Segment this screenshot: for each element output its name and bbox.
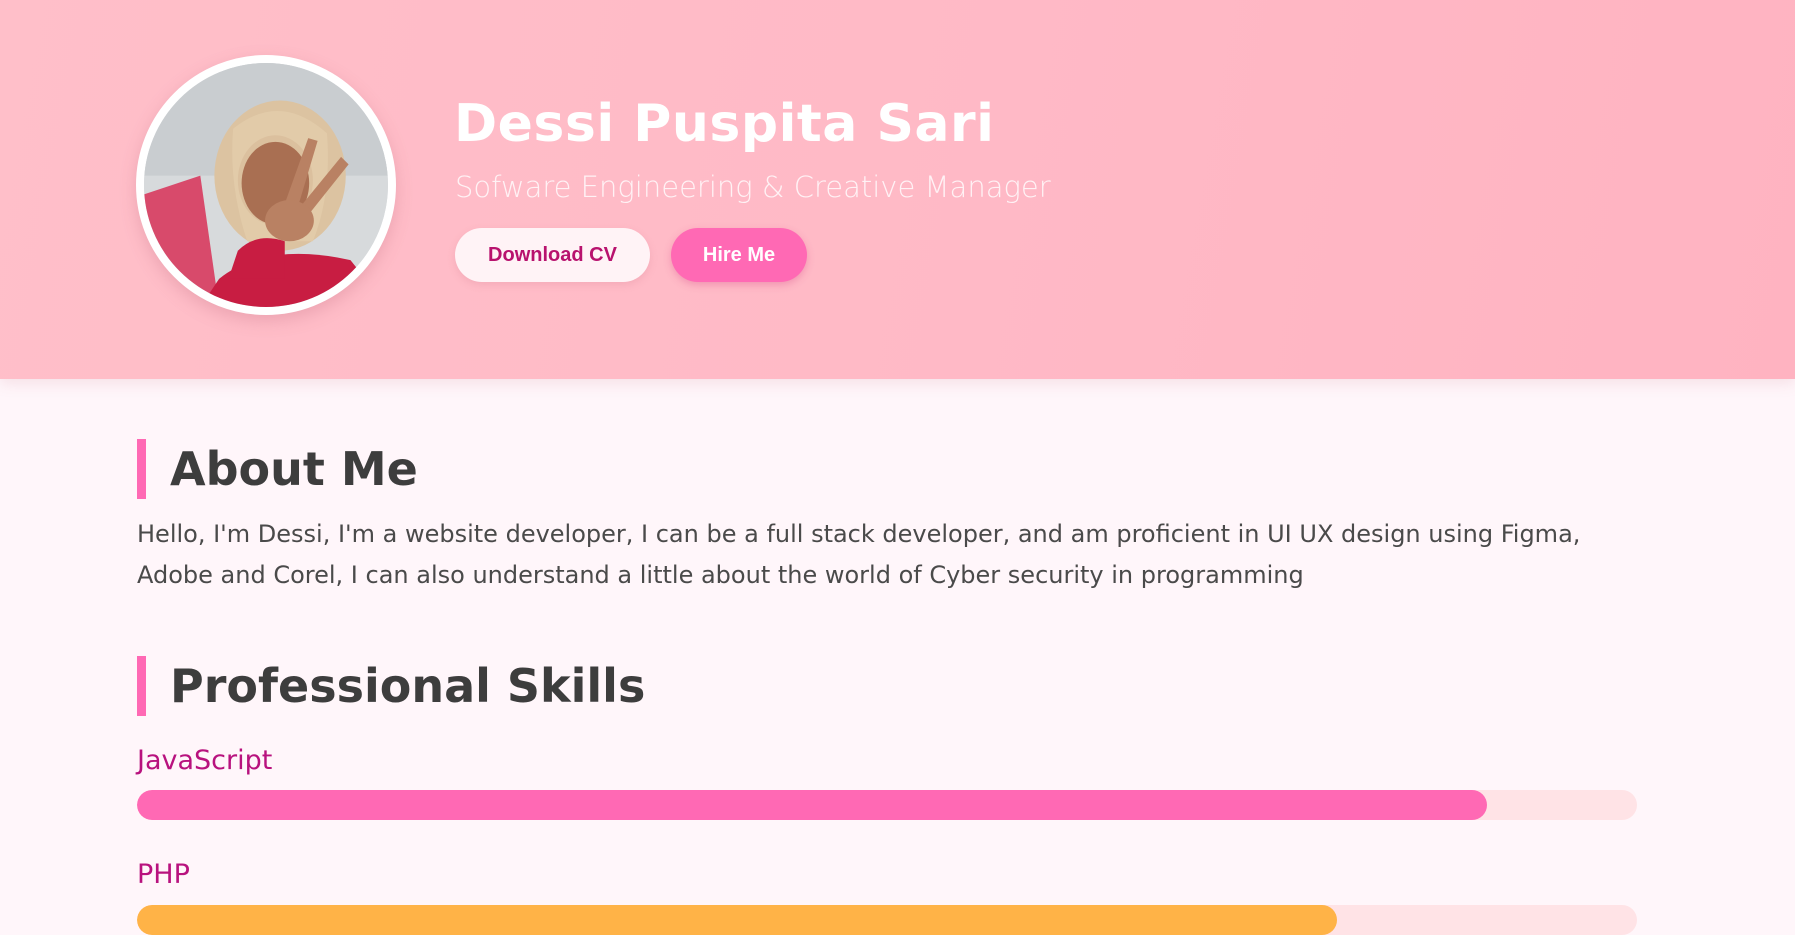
skill-label-php: PHP	[137, 859, 190, 890]
skill-fill-php	[137, 905, 1337, 935]
profile-name: Dessi Puspita Sari	[454, 94, 995, 154]
profile-subtitle: Sofware Engineering & Creative Manager	[455, 170, 1051, 204]
avatar	[136, 55, 396, 315]
profile-photo-icon	[144, 63, 388, 307]
skills-title: Professional Skills	[137, 656, 645, 716]
about-text: Hello, I'm Dessi, I'm a website develope…	[137, 520, 1581, 589]
skill-label-javascript: JavaScript	[137, 745, 273, 776]
skill-bar-javascript	[137, 790, 1637, 820]
skill-bar-php	[137, 905, 1637, 935]
skill-fill-javascript	[137, 790, 1487, 820]
about-title: About Me	[137, 439, 418, 499]
hero-header: Dessi Puspita Sari Sofware Engineering &…	[0, 0, 1795, 379]
download-cv-button[interactable]: Download CV	[455, 228, 650, 282]
hire-me-button[interactable]: Hire Me	[671, 228, 807, 282]
